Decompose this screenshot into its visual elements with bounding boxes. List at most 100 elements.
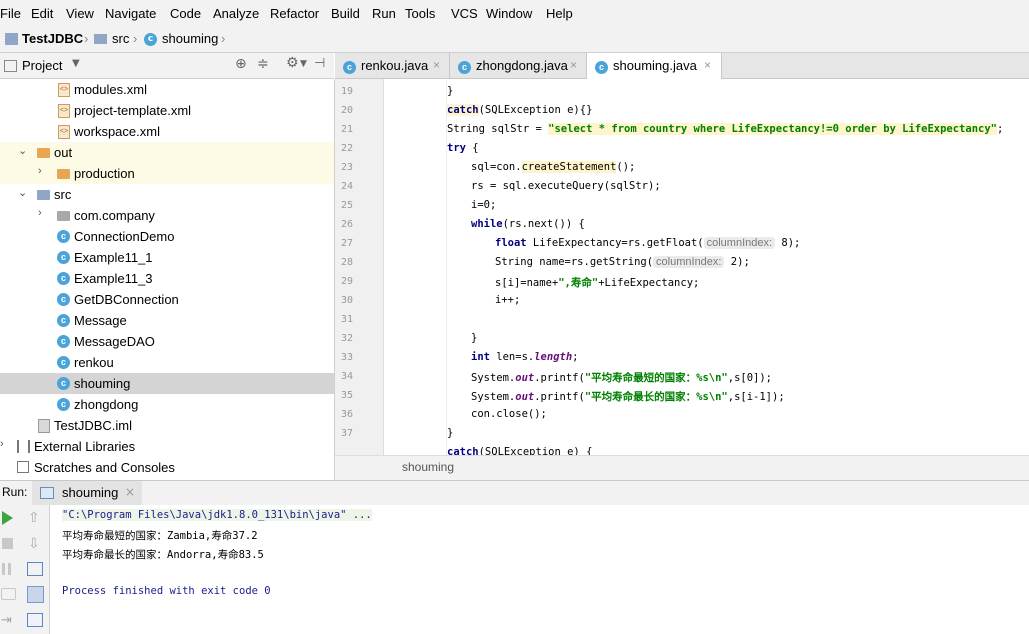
class-icon: c [57, 377, 70, 390]
tree-item[interactable]: ⌄ out [0, 142, 334, 163]
menu-window[interactable]: Window [486, 6, 532, 21]
chevron-down-icon[interactable]: ⌄ [18, 144, 27, 157]
pause-icon[interactable] [2, 563, 5, 575]
tree-item[interactable]: c MessageDAO [0, 331, 334, 352]
tree-item[interactable]: c zhongdong [0, 394, 334, 415]
tree-item[interactable]: › com.company [0, 205, 334, 226]
chevron-right-icon[interactable]: › [38, 165, 42, 177]
dropdown-arrow-icon[interactable]: ▼ [72, 58, 80, 69]
arrow-up-icon[interactable]: ⇧ [28, 510, 40, 526]
tree-item-label: ConnectionDemo [74, 229, 175, 244]
tree-item[interactable]: c renkou [0, 352, 334, 373]
close-icon[interactable]: × [433, 58, 440, 72]
chevron-right-icon[interactable]: › [38, 207, 42, 219]
menu-code[interactable]: Code [170, 6, 201, 21]
menu-analyze[interactable]: Analyze [213, 6, 259, 21]
breadcrumb-folder[interactable]: src [112, 31, 129, 46]
class-icon: c [57, 356, 70, 369]
menu-vcs[interactable]: VCS [451, 6, 478, 21]
menu-tools[interactable]: Tools [405, 6, 435, 21]
close-icon[interactable]: × [570, 58, 577, 72]
tree-item-label: modules.xml [74, 82, 147, 97]
tab-shouming-active[interactable]: c shouming.java × [587, 53, 722, 79]
arrow-down-icon[interactable]: ⇩ [28, 536, 40, 552]
menu-bar: File Edit View Navigate Code Analyze Ref… [0, 0, 1029, 28]
tree-item[interactable]: c GetDBConnection [0, 289, 334, 310]
tree-item-label: src [54, 187, 72, 202]
project-panel-title[interactable]: Project [22, 58, 62, 73]
tree-item[interactable]: Scratches and Consoles [0, 457, 334, 478]
stop-icon[interactable] [2, 538, 13, 549]
tree-item[interactable]: c Example11_1 [0, 247, 334, 268]
code-editor[interactable]: } catch(SQLException e){} String sqlStr … [384, 79, 1029, 455]
dropdown-arrow-icon[interactable]: ▼ [300, 59, 307, 69]
tree-item-selected[interactable]: c shouming [0, 373, 334, 394]
line-number: 32 [340, 333, 353, 344]
scroll-to-end-icon[interactable] [27, 586, 44, 603]
tree-item[interactable]: › production [0, 163, 334, 184]
breadcrumb-project[interactable]: TestJDBC [22, 31, 83, 46]
tab-label: renkou.java [361, 58, 429, 73]
menu-edit[interactable]: Edit [31, 6, 53, 21]
tab-run-shouming[interactable]: shouming × [32, 481, 142, 505]
tab-renkou[interactable]: c renkou.java × [335, 53, 450, 78]
camera-icon[interactable] [1, 588, 16, 600]
editor-gutter: 19 20 21 22 23 24 25 26 27 28 29 30 31 3… [335, 79, 384, 455]
menu-file[interactable]: File [0, 6, 21, 21]
tree-item[interactable]: › External Libraries [0, 436, 334, 457]
hide-panel-icon[interactable]: ⊣ [314, 56, 325, 71]
soft-wrap-icon[interactable] [27, 562, 43, 576]
package-icon [57, 211, 70, 221]
chevron-right-icon: › [84, 31, 89, 46]
tree-item[interactable]: <> project-template.xml [0, 100, 334, 121]
tree-item-label: out [54, 145, 73, 160]
menu-run[interactable]: Run [372, 6, 396, 21]
tree-item[interactable]: c Example11_3 [0, 268, 334, 289]
code-line: sql=con.createStatement(); [471, 161, 636, 173]
menu-navigate[interactable]: Navigate [105, 6, 156, 21]
source-folder-icon [37, 190, 50, 200]
tree-item[interactable]: c Message [0, 310, 334, 331]
chevron-right-icon[interactable]: › [0, 438, 4, 450]
print-icon[interactable] [27, 613, 43, 627]
line-number: 21 [340, 124, 353, 135]
tree-item[interactable]: <> workspace.xml [0, 121, 334, 142]
code-line: rs = sql.executeQuery(sqlStr); [471, 180, 661, 192]
tree-item-label: Example11_3 [74, 271, 153, 286]
code-line: } [447, 85, 454, 97]
line-number: 36 [340, 409, 353, 420]
tree-item[interactable]: c ConnectionDemo [0, 226, 334, 247]
collapse-icon[interactable]: ≑ [257, 56, 269, 72]
menu-build[interactable]: Build [331, 6, 360, 21]
menu-help[interactable]: Help [546, 6, 573, 21]
project-folder-icon [5, 33, 18, 45]
tree-item[interactable]: ⌄ src [0, 184, 334, 205]
menu-view[interactable]: View [66, 6, 94, 21]
tree-item-label: project-template.xml [74, 103, 192, 118]
line-number: 31 [340, 314, 353, 325]
menu-refactor[interactable]: Refactor [270, 6, 319, 21]
project-panel-header: Project ▼ ⊕ ≑ ⚙ ▼ ⊣ [0, 53, 334, 79]
run-icon[interactable] [2, 511, 13, 525]
close-icon[interactable]: × [704, 58, 711, 72]
class-icon: c [57, 335, 70, 348]
editor-breadcrumb-item[interactable]: shouming [402, 460, 454, 474]
code-line: float LifeExpectancy=rs.getFloat(columnI… [495, 237, 801, 249]
tree-item[interactable]: TestJDBC.iml [0, 415, 334, 436]
tab-zhongdong[interactable]: c zhongdong.java × [450, 53, 587, 78]
line-number: 30 [340, 295, 353, 306]
class-icon: c [57, 398, 70, 411]
tree-item-label: MessageDAO [74, 334, 155, 349]
console-output-line: 平均寿命最长的国家：Andorra,寿命83.5 [62, 549, 264, 561]
run-console[interactable]: "C:\Program Files\Java\jdk1.8.0_131\bin\… [50, 505, 1029, 634]
exit-icon[interactable]: ⇥ [1, 613, 12, 628]
gear-icon[interactable]: ⚙ [286, 55, 299, 71]
close-icon[interactable]: × [125, 485, 135, 499]
tree-item-label: shouming [74, 376, 131, 391]
code-line: s[i]=name+",寿命"+LifeExpectancy; [495, 277, 700, 289]
tree-item[interactable]: <> modules.xml [0, 79, 334, 100]
locate-icon[interactable]: ⊕ [235, 56, 247, 72]
class-icon: c [458, 61, 471, 74]
breadcrumb-file[interactable]: shouming [162, 31, 218, 46]
chevron-down-icon[interactable]: ⌄ [18, 186, 27, 199]
